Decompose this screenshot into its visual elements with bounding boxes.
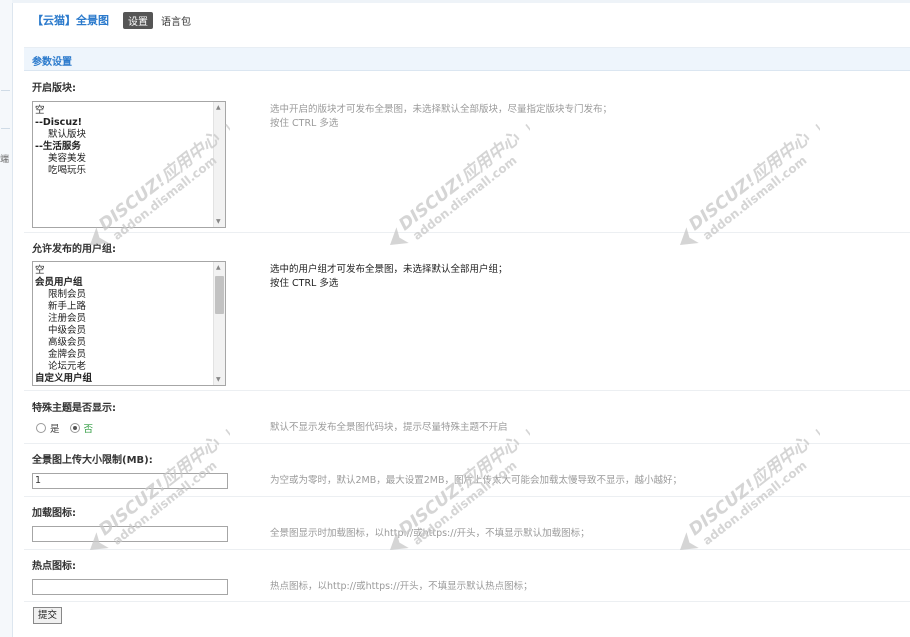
watermark-tail: | 贰道 <box>221 400 230 448</box>
radio-selected-dot <box>72 426 77 430</box>
radio-no-label[interactable]: 否 <box>84 421 94 435</box>
nav-glyph: 端 <box>0 155 10 165</box>
forums-multiselect[interactable]: ▲ ▼ 空 --Discuz! 默认版块 --生活服务 美容美发 吃喝玩乐 <box>32 101 226 228</box>
usergroups-option[interactable]: 空 <box>35 265 45 277</box>
section-title: 参数设置 <box>32 57 72 68</box>
row-divider <box>24 601 910 602</box>
usergroups-option[interactable]: 限制会员 <box>48 289 86 301</box>
usergroups-option[interactable]: 金牌会员 <box>48 349 86 361</box>
forums-option[interactable]: --生活服务 <box>35 141 81 153</box>
row-divider <box>24 232 910 233</box>
row-divider <box>24 390 910 391</box>
forums-option[interactable]: 吃喝玩乐 <box>48 165 86 177</box>
forums-tip-line1: 选中开启的版块才可发布全景图，未选择默认全部版块，尽量指定版块专门发布； <box>270 104 613 115</box>
usergroups-option[interactable]: 新手上路 <box>48 301 86 313</box>
forums-scrollbar[interactable]: ▲ ▼ <box>213 102 225 227</box>
usergroups-scrollbar[interactable]: ▲ ▼ <box>213 262 225 385</box>
special-topic-label: 特殊主题是否显示: <box>32 403 116 414</box>
forums-label: 开启版块: <box>32 83 76 94</box>
plugin-header: 【云猫】全景图 设置 语言包 <box>32 11 191 29</box>
watermark-arrow-icon <box>680 532 699 550</box>
upload-limit-input[interactable]: 1 <box>32 473 228 489</box>
usergroups-tip-line2: 按住 CTRL 多选 <box>270 278 339 289</box>
forums-option[interactable]: 默认版块 <box>48 129 86 141</box>
usergroups-multiselect[interactable]: ▲ ▼ 空会员用户组 限制会员 新手上路 注册会员 中级会员 高级会员 金牌会员 论坛元老 自定… <box>32 261 226 386</box>
watermark-tail: | 贰道 <box>811 400 820 448</box>
special-topic-radio-group: 是 否 <box>36 421 103 435</box>
watermark-brand: DISCUZ!应用中心 <box>395 128 524 235</box>
scroll-up-icon[interactable]: ▲ <box>216 104 221 111</box>
tab-language-pack[interactable]: 语言包 <box>161 13 191 28</box>
upload-limit-label: 全景图上传大小限制(MB): <box>32 455 153 466</box>
usergroups-option[interactable]: 自定义用户组 <box>35 373 92 385</box>
watermark-tail: | 贰道 <box>521 400 530 448</box>
hotspot-icon-tip: 热点图标，以http://或https://开头，不填显示默认热点图标； <box>270 581 533 592</box>
usergroups-option[interactable]: 高级会员 <box>48 337 86 349</box>
forums-tip: 选中开启的版块才可发布全景图，未选择默认全部版块，尽量指定版块专门发布； 按住 … <box>270 103 612 131</box>
radio-yes[interactable] <box>36 423 46 433</box>
watermark-site: addon.dismall.com <box>700 153 809 243</box>
usergroups-tip-line1: 选中的用户组才可发布全景图，未选择默认全部用户组； <box>270 264 508 275</box>
forums-tip-line2: 按住 CTRL 多选 <box>270 118 339 129</box>
radio-no[interactable] <box>69 423 80 433</box>
watermark: DISCUZ!应用中心addon.dismall.com | 贰道 <box>680 95 820 245</box>
left-nav-strip: 端 <box>0 0 13 637</box>
upload-limit-tip: 为空或为零时，默认2MB，最大设置2MB，图片上传太大可能会加载太慢导致不显示，… <box>270 475 683 486</box>
top-bar <box>12 0 910 3</box>
tab-settings[interactable]: 设置 <box>123 11 153 29</box>
plugin-title[interactable]: 【云猫】全景图 <box>32 12 109 28</box>
loading-icon-tip: 全景图显示时加载图标，以http://或https://开头，不填显示默认加载图… <box>270 528 590 539</box>
row-divider <box>24 443 910 444</box>
forums-option[interactable]: --Discuz! <box>35 117 82 129</box>
scroll-down-icon[interactable]: ▼ <box>216 218 221 225</box>
usergroups-tip: 选中的用户组才可发布全景图，未选择默认全部用户组； 按住 CTRL 多选 <box>270 263 508 291</box>
usergroups-option[interactable]: 会员用户组 <box>35 277 83 289</box>
loading-icon-input[interactable] <box>32 526 228 542</box>
usergroups-option[interactable]: 中级会员 <box>48 325 86 337</box>
watermark-site: addon.dismall.com <box>700 458 809 548</box>
special-topic-tip: 默认不显示发布全景图代码块，提示尽量特殊主题不开启 <box>270 422 508 433</box>
hotspot-icon-label: 热点图标: <box>32 561 76 572</box>
scroll-thumb[interactable] <box>215 276 224 314</box>
scroll-up-icon[interactable]: ▲ <box>216 264 221 271</box>
watermark-site: addon.dismall.com <box>410 153 519 243</box>
watermark-brand: DISCUZ!应用中心 <box>685 128 814 235</box>
usergroups-option[interactable]: 论坛元老 <box>48 361 86 373</box>
row-divider <box>24 496 910 497</box>
usergroups-option[interactable]: 注册会员 <box>48 313 86 325</box>
forums-option[interactable]: 美容美发 <box>48 153 86 165</box>
watermark-brand: DISCUZ!应用中心 <box>685 433 814 540</box>
radio-yes-label[interactable]: 是 <box>50 421 60 435</box>
scroll-down-icon[interactable]: ▼ <box>216 376 221 383</box>
hotspot-icon-input[interactable] <box>32 579 228 595</box>
watermark: DISCUZ!应用中心addon.dismall.com | 贰道 <box>680 400 820 550</box>
row-divider <box>24 549 910 550</box>
forums-option[interactable]: 空 <box>35 105 45 117</box>
submit-button[interactable]: 提交 <box>33 607 63 624</box>
section-header: 参数设置 <box>24 47 910 71</box>
watermark-tail: | 贰道 <box>811 95 820 143</box>
loading-icon-label: 加载图标: <box>32 508 76 519</box>
usergroups-label: 允许发布的用户组: <box>32 244 116 255</box>
nav-divider <box>1 90 10 91</box>
nav-divider <box>1 128 10 129</box>
